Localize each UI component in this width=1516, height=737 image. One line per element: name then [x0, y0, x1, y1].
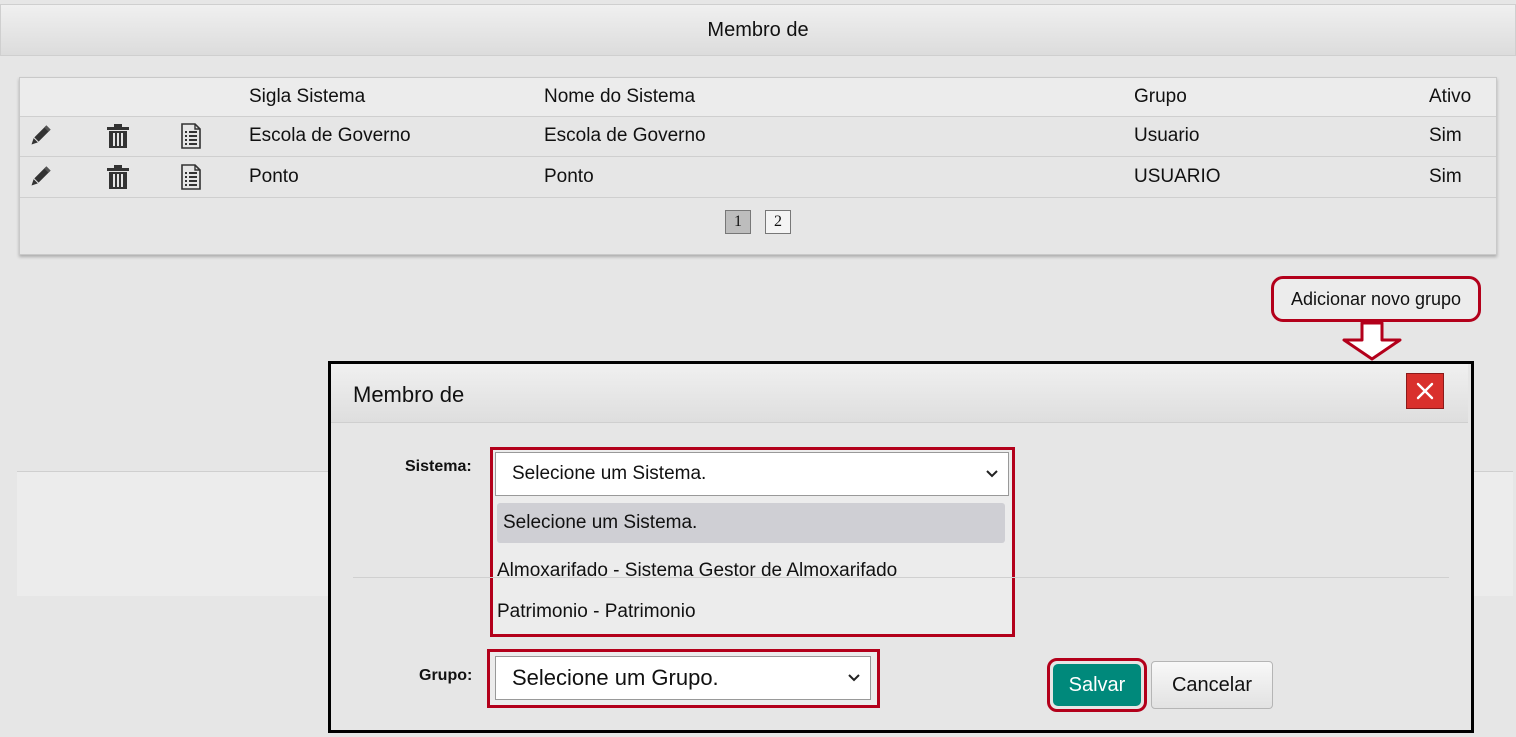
- membership-table: Sigla Sistema Nome do Sistema Grupo Ativ…: [19, 77, 1497, 255]
- column-header-nome[interactable]: Nome do Sistema: [544, 78, 695, 116]
- cell-ativo: Sim: [1429, 125, 1462, 146]
- table-row: Escola de Governo Escola de Governo Usua…: [20, 116, 1496, 157]
- sistema-option-patrimonio[interactable]: Patrimonio - Patrimonio: [497, 592, 696, 632]
- table-row: Ponto Ponto USUARIO Sim: [20, 157, 1496, 198]
- table-header: Sigla Sistema Nome do Sistema Grupo Ativ…: [20, 78, 1496, 117]
- column-header-grupo[interactable]: Grupo: [1134, 78, 1187, 116]
- column-header-sigla[interactable]: Sigla Sistema: [249, 78, 365, 116]
- pencil-icon[interactable]: [27, 123, 53, 149]
- close-icon: [1416, 382, 1434, 400]
- cell-nome: Escola de Governo: [544, 125, 706, 146]
- save-button[interactable]: Salvar: [1053, 664, 1141, 706]
- sistema-select[interactable]: Selecione um Sistema.: [495, 452, 1009, 496]
- grupo-dropdown: Selecione um Grupo.: [487, 649, 880, 708]
- grupo-select-value: Selecione um Grupo.: [512, 665, 719, 690]
- cell-sigla: Ponto: [249, 166, 299, 187]
- column-header-ativo[interactable]: Ativo: [1429, 78, 1471, 116]
- save-button-highlight: Salvar: [1047, 658, 1147, 712]
- trash-icon[interactable]: [105, 164, 131, 190]
- down-arrow-icon: [1342, 322, 1402, 361]
- pagination: 1 2: [20, 210, 1496, 236]
- chevron-down-icon: [848, 674, 860, 682]
- pencil-icon[interactable]: [27, 164, 53, 190]
- dialog-title: Membro de: [353, 382, 465, 407]
- dialog-titlebar: Membro de: [331, 364, 1468, 423]
- cell-grupo: Usuario: [1134, 125, 1200, 146]
- trash-icon[interactable]: [105, 123, 131, 149]
- membership-dialog: Membro de Sistema: Selecione um Sistema.…: [328, 361, 1474, 733]
- page-title: Membro de: [707, 18, 809, 41]
- dialog-divider: [353, 577, 1449, 578]
- close-button[interactable]: [1406, 373, 1444, 409]
- cell-nome: Ponto: [544, 166, 594, 187]
- document-list-icon[interactable]: [178, 164, 204, 190]
- add-group-button[interactable]: Adicionar novo grupo: [1271, 276, 1481, 322]
- page-button-2[interactable]: 2: [765, 210, 791, 234]
- chevron-down-icon: [986, 470, 998, 478]
- grupo-label: Grupo:: [419, 667, 473, 684]
- grupo-select[interactable]: Selecione um Grupo.: [495, 656, 871, 700]
- cell-sigla: Escola de Governo: [249, 125, 411, 146]
- sistema-dropdown: Selecione um Sistema. Selecione um Siste…: [490, 447, 1015, 637]
- sistema-option-almoxarifado[interactable]: Almoxarifado - Sistema Gestor de Almoxar…: [497, 551, 897, 591]
- page-header: Membro de: [0, 4, 1516, 56]
- cell-grupo: USUARIO: [1134, 166, 1221, 187]
- sistema-select-value: Selecione um Sistema.: [512, 463, 707, 484]
- cancel-button[interactable]: Cancelar: [1151, 661, 1273, 709]
- page-button-1[interactable]: 1: [725, 210, 751, 234]
- sistema-option-placeholder[interactable]: Selecione um Sistema.: [497, 503, 1005, 543]
- sistema-label: Sistema:: [405, 458, 472, 475]
- document-list-icon[interactable]: [178, 123, 204, 149]
- cell-ativo: Sim: [1429, 166, 1462, 187]
